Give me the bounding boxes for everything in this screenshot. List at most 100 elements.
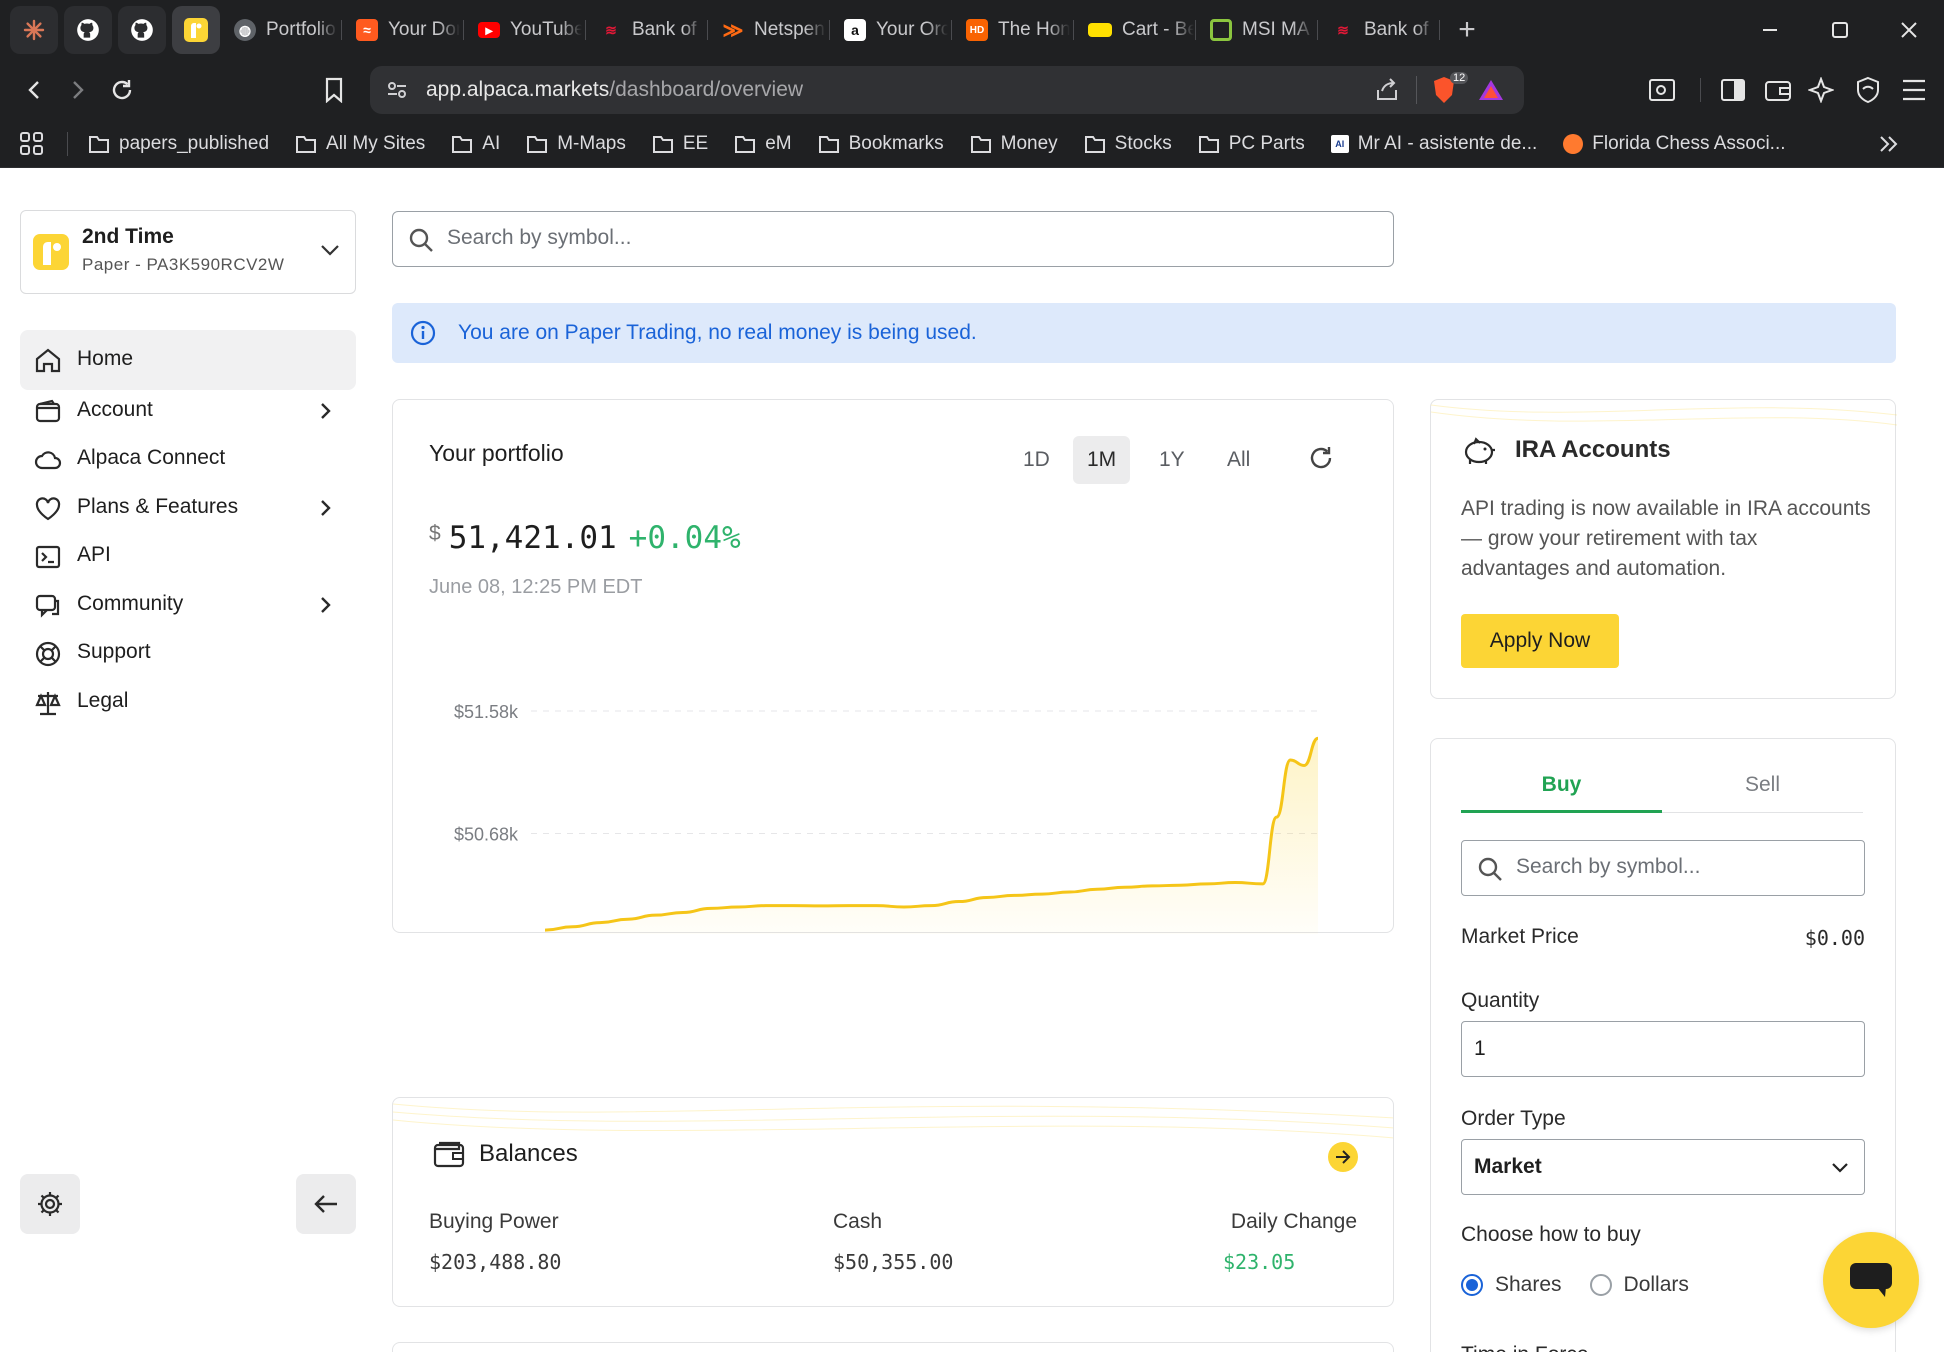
tab-portfolio[interactable]: ◍ Portfolio <box>220 0 342 60</box>
tab-amazon[interactable]: a Your Orc <box>830 0 952 60</box>
symbol-search-input[interactable]: Search by symbol... <box>392 211 1394 267</box>
bookmark-florida-chess-associ[interactable]: Florida Chess Associ... <box>1563 133 1786 155</box>
daily-change-label: Daily Change <box>1230 1210 1357 1233</box>
bookmark-ai[interactable]: AI <box>451 133 500 155</box>
globe-icon: ◍ <box>234 19 256 41</box>
gear-icon <box>38 1192 62 1216</box>
account-switcher[interactable]: 2nd Time Paper - PA3K590RCV2W <box>20 210 356 294</box>
brave-rewards-icon[interactable] <box>1478 78 1504 102</box>
bookmark-ee[interactable]: EE <box>652 133 708 155</box>
sell-tab[interactable]: Sell <box>1662 773 1863 813</box>
tab-youtube[interactable]: ▸ YouTube <box>464 0 586 60</box>
back-button[interactable] <box>12 68 56 112</box>
quantity-label: Quantity <box>1461 989 1540 1012</box>
maximize-button[interactable] <box>1805 0 1875 60</box>
menu-icon[interactable] <box>1902 79 1926 101</box>
sidebar-item-label: Support <box>77 640 151 663</box>
reload-button[interactable] <box>100 68 144 112</box>
collapse-sidebar-button[interactable] <box>296 1174 356 1234</box>
tab-best-buy[interactable]: Cart - Be <box>1074 0 1196 60</box>
bookmark-all-my-sites[interactable]: All My Sites <box>295 133 425 155</box>
tab-label: Netspen <box>754 19 825 40</box>
quantity-input[interactable]: 1 <box>1461 1021 1865 1077</box>
bookmark-mr-ai-asistente-de[interactable]: AI Mr AI - asistente de... <box>1330 132 1538 155</box>
settings-button[interactable] <box>20 1174 80 1234</box>
shares-label: Shares <box>1495 1273 1562 1296</box>
wallet-icon[interactable] <box>1764 78 1792 102</box>
bookmark-label: Bookmarks <box>848 132 944 154</box>
cash-value: $50,355.00 <box>833 1250 954 1274</box>
folder-icon <box>1198 135 1219 153</box>
share-icon[interactable] <box>1374 78 1400 102</box>
msi-icon <box>1210 19 1232 41</box>
amazon-icon: a <box>844 19 866 41</box>
y-tick-label: $51.58k <box>454 702 519 722</box>
sidebar-item-legal[interactable]: Legal <box>20 672 356 732</box>
buy-tab[interactable]: Buy <box>1461 773 1662 813</box>
folder-icon <box>652 135 673 153</box>
trade-symbol-search-input[interactable]: Search by symbol... <box>1461 840 1865 896</box>
pinned-tab-claude[interactable] <box>10 6 58 54</box>
balances-details-button[interactable] <box>1328 1142 1358 1172</box>
tab-label: Bank of <box>1364 19 1429 40</box>
pinned-tab-github-2[interactable] <box>118 6 166 54</box>
close-button[interactable] <box>1874 0 1944 60</box>
tab-bank-of-america-2[interactable]: ≋ Bank of <box>1318 0 1440 60</box>
arrow-left-icon <box>314 1195 337 1213</box>
account-name: 2nd Time <box>82 225 174 248</box>
bookmark-label: Mr AI - asistente de... <box>1357 132 1538 154</box>
chat-support-button[interactable] <box>1823 1232 1919 1328</box>
tab-your-dor[interactable]: ≈ Your Dor <box>342 0 464 60</box>
info-icon <box>410 320 436 346</box>
bookmark-stocks[interactable]: Stocks <box>1084 133 1172 155</box>
bookmark-money[interactable]: Money <box>970 133 1058 155</box>
bookmark-em[interactable]: eM <box>734 133 792 155</box>
bookmark-m-maps[interactable]: M-Maps <box>526 133 626 155</box>
reader-mode-icon[interactable] <box>1648 78 1676 102</box>
bookmark-papers-published[interactable]: papers_published <box>88 133 269 155</box>
bookmark-bookmarks[interactable]: Bookmarks <box>818 133 944 155</box>
folder-icon <box>89 135 109 153</box>
tab-label: Your Orc <box>876 19 948 40</box>
banner-text: You are on Paper Trading, no real money … <box>458 321 977 344</box>
maximize-icon <box>1832 22 1848 38</box>
tab-home-depot[interactable]: HD The Hon <box>952 0 1074 60</box>
github-icon <box>131 19 153 41</box>
bookmark-page-button[interactable] <box>312 68 356 112</box>
dollars-radio[interactable] <box>1589 1274 1612 1296</box>
bestbuy-icon <box>1088 23 1112 37</box>
apply-now-button[interactable]: Apply Now <box>1461 614 1619 668</box>
new-tab-button[interactable]: + <box>1440 13 1494 47</box>
apps-grid-icon[interactable] <box>19 131 45 157</box>
more-bookmarks-icon[interactable] <box>1878 134 1900 154</box>
order-type-select[interactable]: Market <box>1461 1139 1865 1195</box>
pinned-tab-github[interactable] <box>64 6 112 54</box>
paper-trading-banner: You are on Paper Trading, no real money … <box>392 303 1896 363</box>
minimize-button[interactable] <box>1735 0 1805 60</box>
shares-radio[interactable] <box>1461 1274 1483 1296</box>
next-card-edge <box>392 1342 1394 1352</box>
heart-icon <box>34 495 62 523</box>
bookmark-label: AI <box>482 132 501 154</box>
pinned-tab-alpaca[interactable] <box>172 6 220 54</box>
leo-ai-icon[interactable] <box>1808 77 1834 103</box>
shield-badge: 12 <box>1450 72 1469 84</box>
arrow-right-icon <box>73 81 84 99</box>
browser-tab-bar: ◍ Portfolio ≈ Your Dor ▸ YouTube ≋ Bank … <box>0 0 1944 60</box>
site-settings-icon <box>388 82 406 98</box>
scale-icon <box>34 689 62 717</box>
terminal-icon <box>34 543 62 571</box>
address-bar[interactable]: app.alpaca.markets/dashboard/overview 12 <box>370 66 1524 114</box>
vpn-icon[interactable] <box>1856 76 1880 104</box>
folder-icon <box>296 135 317 153</box>
forward-button[interactable] <box>56 68 100 112</box>
tab-msi[interactable]: MSI MA <box>1196 0 1318 60</box>
sidebar-item-label: Account <box>77 398 153 421</box>
tab-bank-of-america[interactable]: ≋ Bank of <box>586 0 708 60</box>
tab-netspend[interactable]: ≫ Netspen <box>708 0 830 60</box>
search-icon <box>1478 857 1502 881</box>
alpaca-logo-icon <box>33 234 69 270</box>
bookmark-pc-parts[interactable]: PC Parts <box>1198 133 1305 155</box>
chevron-down-icon <box>1832 1163 1848 1173</box>
sidebar-toggle-icon[interactable] <box>1720 78 1746 102</box>
